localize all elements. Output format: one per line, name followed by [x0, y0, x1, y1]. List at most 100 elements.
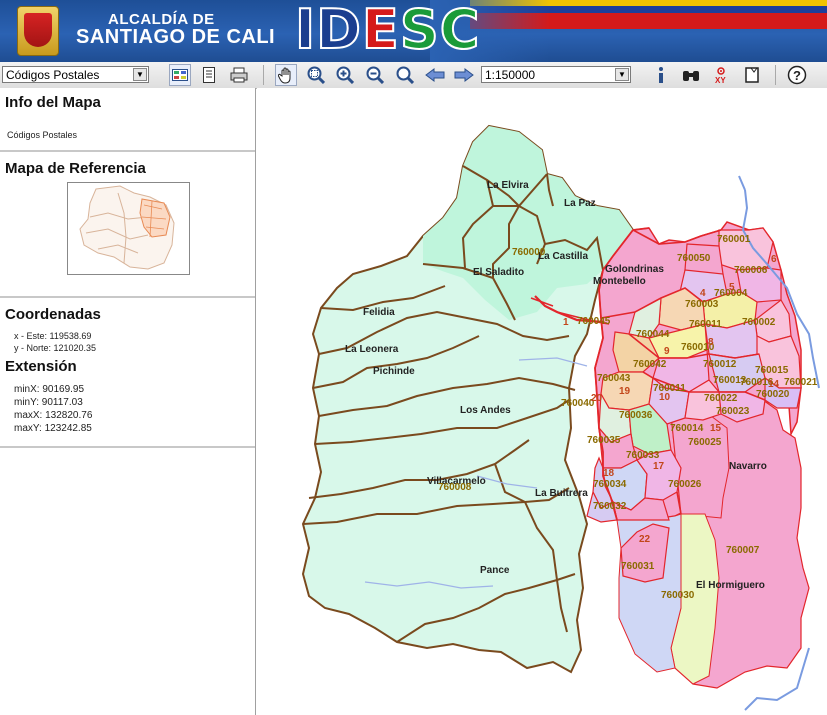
comuna-label: 17	[653, 461, 665, 472]
chevron-down-icon[interactable]: ▼	[133, 68, 147, 81]
place-label: Golondrinas	[605, 264, 664, 275]
xy-coordinate-icon[interactable]: XY	[710, 64, 732, 86]
place-label: Felidia	[363, 307, 395, 318]
extent-maxx: maxX: 132820.76	[14, 410, 93, 421]
comuna-label: 6	[771, 254, 777, 265]
legend-icon[interactable]	[169, 64, 191, 86]
postal-code-label: 760022	[704, 393, 738, 404]
postal-code-label: 760023	[716, 406, 750, 417]
comuna-label: 10	[659, 392, 671, 403]
help-icon[interactable]: ?	[786, 64, 808, 86]
place-label: La Buitrera	[535, 488, 588, 499]
postal-code-label: 760034	[593, 479, 627, 490]
idesc-logo: IDESC	[294, 0, 481, 61]
postal-code-label: 760026	[668, 479, 702, 490]
layer-select[interactable]: Códigos Postales ▼	[2, 66, 149, 83]
place-label: Los Andes	[460, 405, 511, 416]
header-banner: ALCALDÍA DE SANTIAGO DE CALI IDESC	[0, 0, 827, 62]
coordinates-panel: Coordenadas x - Este: 119538.69 y - Nort…	[0, 298, 255, 448]
reference-map-title: Mapa de Referencia	[5, 160, 146, 177]
coord-east: x - Este: 119538.69	[14, 331, 92, 341]
postal-code-label: 760045	[577, 316, 611, 327]
comuna-label: 4	[700, 288, 706, 299]
info-panel: Info del Mapa Códigos Postales	[0, 88, 255, 152]
comuna-label: 20	[591, 393, 603, 404]
info-icon[interactable]	[650, 64, 672, 86]
place-label: El Hormiguero	[696, 580, 765, 591]
svg-text:XY: XY	[715, 76, 726, 84]
extent-title: Extensión	[5, 358, 77, 375]
postal-code-label: 760043	[597, 373, 631, 384]
comuna-label: 5	[729, 282, 735, 293]
left-panel: Info del Mapa Códigos Postales Mapa de R…	[0, 88, 256, 715]
list-icon[interactable]	[198, 64, 220, 86]
comuna-label: 14	[768, 379, 780, 390]
binoculars-icon[interactable]	[680, 64, 702, 86]
comuna-label: 9	[664, 346, 670, 357]
comuna-label: 8	[708, 337, 714, 348]
map-toolbar: Códigos Postales ▼ 1:150000 ▼ XY ?	[0, 62, 827, 89]
postal-code-label: 760001	[717, 234, 751, 245]
postal-code-label: 760032	[593, 501, 627, 512]
extent-minx: minX: 90169.95	[14, 384, 85, 395]
comuna-label: 1	[563, 317, 569, 328]
reference-map[interactable]	[67, 182, 190, 275]
svg-text:?: ?	[793, 68, 801, 83]
extent-maxy: maxY: 123242.85	[14, 423, 92, 434]
extent-miny: minY: 90117.03	[14, 397, 83, 408]
postal-code-label: 760036	[619, 410, 653, 421]
reference-map-panel: Mapa de Referencia	[0, 152, 255, 298]
postal-code-label: 760035	[587, 435, 621, 446]
chevron-down-icon[interactable]: ▼	[615, 68, 629, 81]
zoom-full-icon[interactable]	[394, 64, 416, 86]
place-label: Montebello	[593, 276, 646, 287]
place-label: La Paz	[564, 198, 596, 209]
place-label: La Castilla	[538, 251, 589, 262]
postal-code-label: 760015	[755, 365, 789, 376]
postal-code-label: 760030	[661, 590, 695, 601]
map-canvas[interactable]: La Elvira La Paz La Castilla El Saladito…	[257, 88, 827, 715]
info-panel-title: Info del Mapa	[5, 94, 101, 111]
forward-arrow-icon[interactable]	[453, 64, 475, 86]
place-label: La Leonera	[345, 344, 399, 355]
place-label: Pichinde	[373, 366, 415, 377]
print-icon[interactable]	[228, 64, 250, 86]
back-arrow-icon[interactable]	[424, 64, 446, 86]
info-panel-subtitle: Códigos Postales	[7, 130, 78, 140]
comuna-label: 19	[619, 386, 631, 397]
header-line2: SANTIAGO DE CALI	[76, 26, 276, 48]
place-label: La Elvira	[487, 180, 529, 191]
coord-north: y - Norte: 121020.35	[14, 343, 97, 353]
postal-code-label: 760002	[742, 317, 776, 328]
zoom-in-icon[interactable]	[334, 64, 356, 86]
scale-select[interactable]: 1:150000 ▼	[481, 66, 631, 83]
pan-hand-icon[interactable]	[275, 64, 297, 86]
postal-code-label: 760020	[756, 389, 790, 400]
postal-code-label: 760006	[734, 265, 768, 276]
city-crest-icon	[17, 6, 59, 56]
place-label: El Saladito	[473, 267, 525, 278]
postal-code-label: 760000	[512, 247, 546, 258]
comuna-label: 18	[603, 468, 615, 479]
postal-code-label: 760021	[784, 377, 818, 388]
bookmark-icon[interactable]	[741, 64, 763, 86]
postal-code-label: 760025	[688, 437, 722, 448]
postal-code-label: 760040	[561, 398, 595, 409]
zoom-out-icon[interactable]	[364, 64, 386, 86]
postal-code-label: 760050	[677, 253, 711, 264]
postal-code-label: 760003	[685, 299, 719, 310]
comuna-label: 15	[710, 423, 722, 434]
comuna-label: 22	[639, 534, 651, 545]
postal-code-label: 760044	[636, 329, 670, 340]
place-label: Navarro	[729, 461, 767, 472]
postal-code-label: 760014	[670, 423, 704, 434]
postal-code-label: 760007	[726, 545, 760, 556]
map-svg[interactable]	[257, 88, 827, 715]
coordinates-title: Coordenadas	[5, 306, 101, 323]
postal-code-label: 760031	[621, 561, 655, 572]
postal-code-label: 760008	[438, 482, 472, 493]
postal-code-label: 760033	[626, 450, 660, 461]
postal-code-label: 760011	[689, 319, 722, 330]
place-label: Pance	[480, 565, 510, 576]
zoom-box-icon[interactable]	[305, 64, 327, 86]
